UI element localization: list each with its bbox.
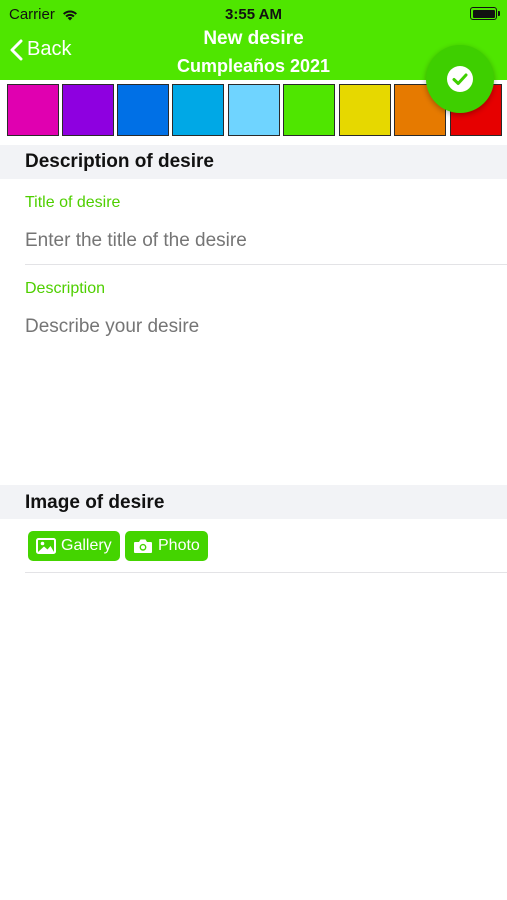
gallery-label: Gallery — [61, 537, 112, 554]
camera-icon — [134, 539, 152, 553]
color-swatch-magenta[interactable] — [7, 84, 59, 136]
battery-icon — [470, 7, 500, 20]
photo-button[interactable]: Photo — [125, 531, 208, 561]
description-section-title: Description of desire — [25, 151, 214, 172]
color-swatch-light-blue[interactable] — [228, 84, 280, 136]
page-title: New desire — [203, 28, 304, 49]
title-field-label: Title of desire — [25, 194, 121, 211]
image-section-header: Image of desire — [0, 485, 507, 519]
photo-label: Photo — [158, 537, 200, 554]
color-swatch-yellow[interactable] — [339, 84, 391, 136]
title-input[interactable] — [25, 230, 495, 252]
status-time: 3:55 AM — [225, 6, 282, 23]
image-section-title: Image of desire — [25, 492, 165, 513]
image-icon — [36, 538, 56, 554]
color-swatch-purple[interactable] — [62, 84, 114, 136]
gallery-button[interactable]: Gallery — [28, 531, 120, 561]
color-swatch-cyan[interactable] — [172, 84, 224, 136]
color-swatch-blue[interactable] — [117, 84, 169, 136]
description-textarea[interactable] — [25, 316, 495, 476]
color-swatch-green[interactable] — [283, 84, 335, 136]
confirm-button[interactable] — [426, 45, 494, 113]
title-divider — [25, 264, 507, 265]
description-field-label: Description — [25, 280, 106, 297]
status-bar: Carrier 3:55 AM — [0, 0, 507, 28]
checkmark-icon — [447, 66, 473, 92]
image-divider — [25, 572, 507, 573]
description-section-header: Description of desire — [0, 145, 507, 179]
